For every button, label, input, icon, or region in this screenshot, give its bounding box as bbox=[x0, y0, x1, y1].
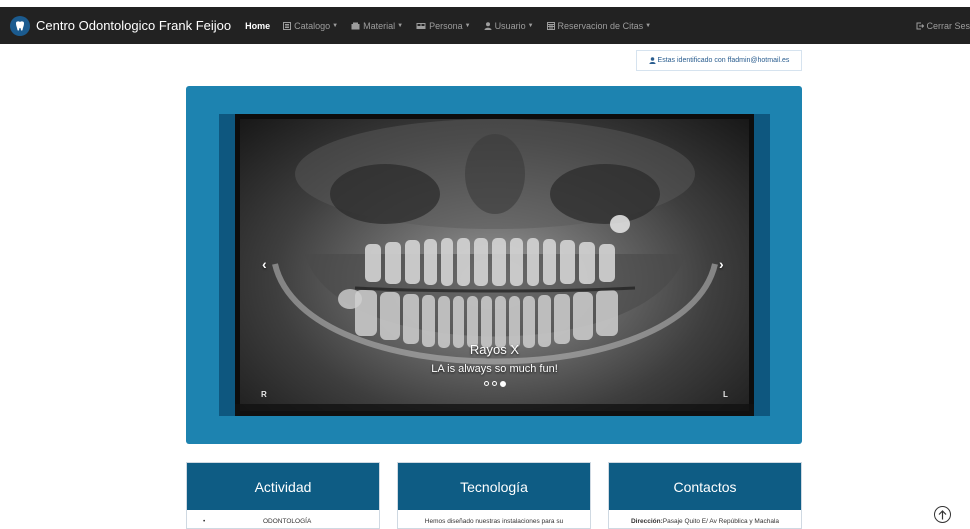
logout-icon bbox=[916, 22, 925, 30]
xray-mark-left: L bbox=[723, 390, 728, 399]
xray-mark-right: R bbox=[261, 390, 267, 399]
tooth-logo-icon bbox=[10, 15, 30, 36]
card-body: Hemos diseñado nuestras instalaciones pa… bbox=[398, 510, 590, 525]
chevron-down-icon: ▼ bbox=[332, 22, 339, 29]
card-body: • ODONTOLOGÍA bbox=[187, 510, 379, 525]
nav-home-label: Home bbox=[245, 20, 271, 31]
nav-usuario[interactable]: Usuario ▼ bbox=[484, 21, 534, 31]
chevron-down-icon: ▼ bbox=[464, 22, 471, 29]
people-icon bbox=[416, 22, 426, 30]
carousel: ‹ › Rayos X LA is always so much fun! R … bbox=[219, 114, 770, 416]
carousel-caption-subtitle: LA is always so much fun! bbox=[431, 363, 558, 375]
card-title: Contactos bbox=[609, 463, 801, 510]
calendar-icon bbox=[546, 21, 555, 30]
carousel-prev-button[interactable]: ‹ bbox=[262, 256, 267, 272]
carousel-next-button[interactable]: › bbox=[719, 256, 724, 272]
chevron-down-icon: ▼ bbox=[397, 22, 404, 29]
arrow-up-icon bbox=[938, 509, 947, 520]
logout-link[interactable]: Cerrar Ses bbox=[916, 7, 970, 44]
nav-persona[interactable]: Persona ▼ bbox=[416, 20, 471, 31]
user-icon bbox=[484, 21, 492, 30]
card-title: Actividad bbox=[187, 463, 379, 510]
card-label: Dirección: bbox=[630, 518, 663, 525]
top-navbar: Centro Odontologico Frank Feijoo Home Ca… bbox=[0, 7, 970, 44]
nav-usuario-label: Usuario bbox=[494, 20, 526, 31]
brand[interactable]: Centro Odontologico Frank Feijoo bbox=[10, 15, 232, 36]
carousel-indicators bbox=[219, 381, 770, 387]
nav-material-label: Material bbox=[363, 20, 396, 31]
nav-persona-label: Persona bbox=[429, 20, 463, 31]
list-icon bbox=[283, 21, 292, 30]
carousel-indicator[interactable] bbox=[491, 381, 497, 386]
bullet: • bbox=[203, 518, 206, 525]
card-tecnologia: Tecnología Hemos diseñado nuestras insta… bbox=[397, 462, 591, 529]
box-icon bbox=[351, 22, 360, 30]
card-text: ODONTOLOGÍA bbox=[263, 518, 312, 525]
card-text: Hemos diseñado nuestras instalaciones pa… bbox=[424, 518, 564, 525]
card-actividad: Actividad • ODONTOLOGÍA bbox=[186, 462, 380, 529]
carousel-indicator-active[interactable] bbox=[499, 381, 506, 387]
card-body: Dirección:Pasaje Quito E/ Av República y… bbox=[609, 510, 801, 525]
chevron-down-icon: ▼ bbox=[645, 22, 652, 29]
card-title: Tecnología bbox=[398, 463, 590, 510]
nav-reservacion[interactable]: Reservacion de Citas ▼ bbox=[546, 20, 652, 31]
identity-text: Estas identificado con ffadmin@hotmail.e… bbox=[657, 57, 790, 64]
carousel-panel: ‹ › Rayos X LA is always so much fun! R … bbox=[186, 86, 802, 444]
nav-material[interactable]: Material ▼ bbox=[351, 21, 403, 31]
nav-home[interactable]: Home bbox=[245, 21, 270, 31]
identity-box: Estas identificado con ffadmin@hotmail.e… bbox=[636, 50, 802, 71]
nav-catalogo-label: Catalogo bbox=[294, 20, 331, 31]
user-icon bbox=[648, 57, 656, 64]
chevron-down-icon: ▼ bbox=[527, 22, 534, 29]
card-contactos: Contactos Dirección:Pasaje Quito E/ Av R… bbox=[608, 462, 802, 529]
nav-catalogo[interactable]: Catalogo ▼ bbox=[283, 21, 338, 31]
nav-reservacion-label: Reservacion de Citas bbox=[557, 20, 644, 31]
carousel-caption-title: Rayos X bbox=[469, 342, 520, 357]
scroll-top-button[interactable] bbox=[934, 506, 951, 523]
carousel-indicator[interactable] bbox=[483, 381, 489, 386]
card-text: Pasaje Quito E/ Av República y Machala bbox=[662, 518, 780, 525]
brand-name: Centro Odontologico Frank Feijoo bbox=[36, 18, 232, 33]
logout-label: Cerrar Ses bbox=[926, 20, 970, 31]
